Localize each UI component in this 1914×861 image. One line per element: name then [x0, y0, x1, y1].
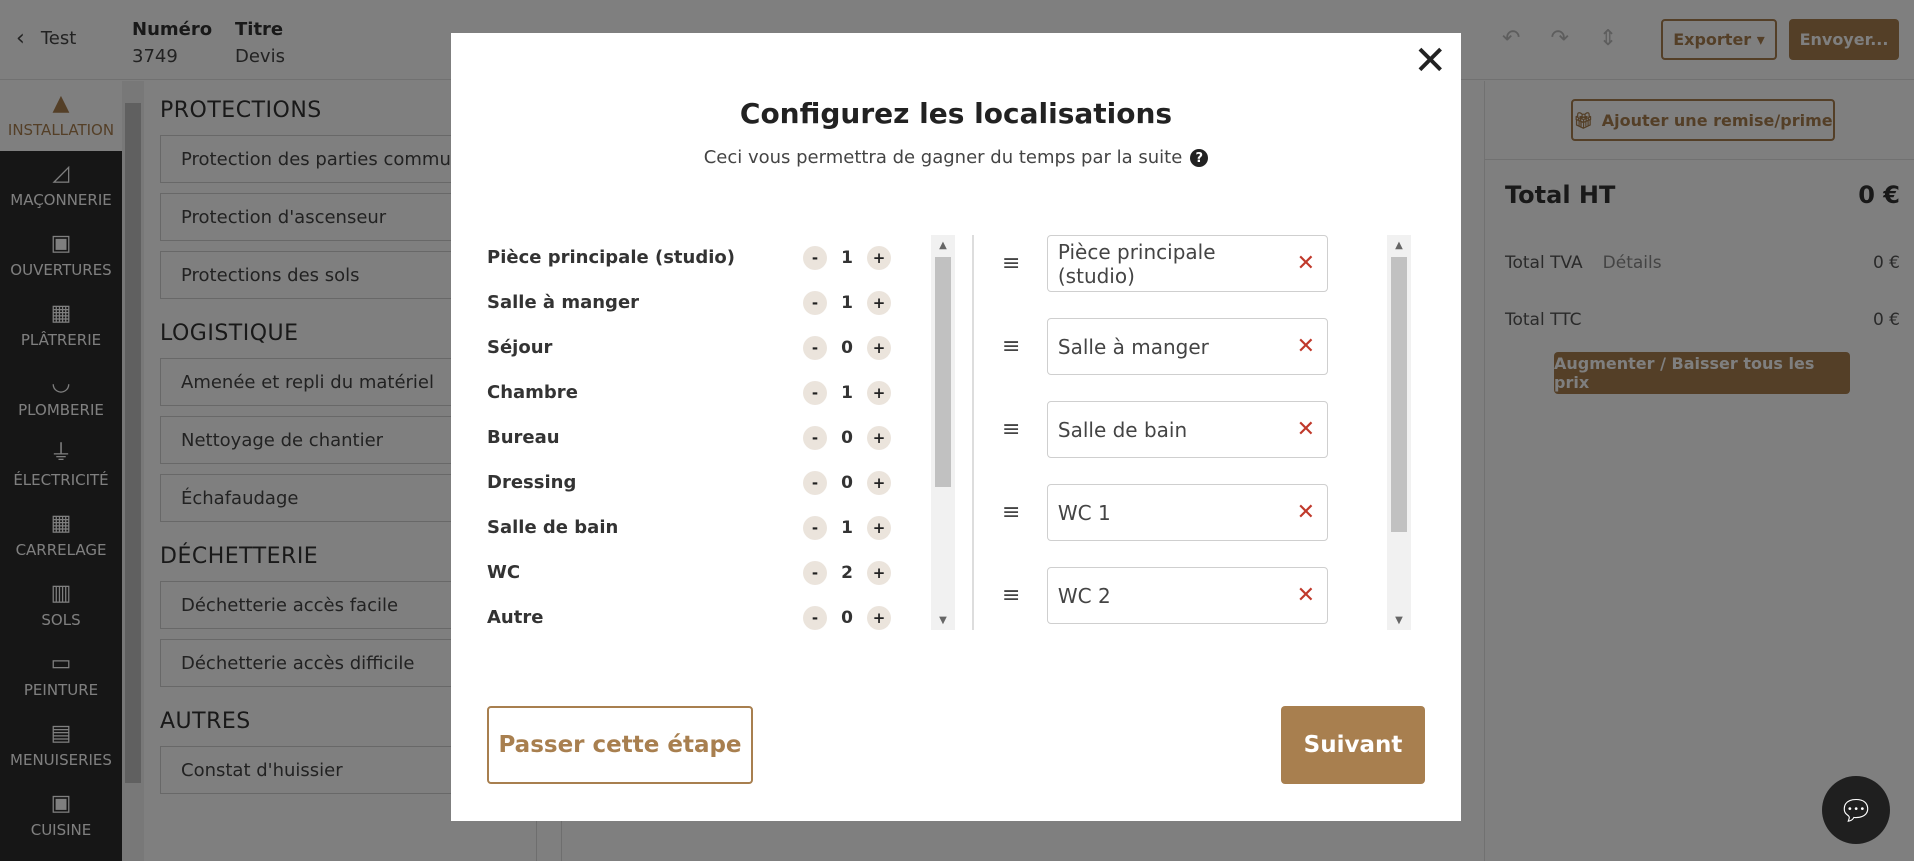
drag-handle-icon[interactable]: ≡ — [998, 318, 1047, 374]
quantity-value: 0 — [841, 607, 853, 628]
room-type-list: Pièce principale (studio) - 1 + Salle à … — [487, 235, 897, 635]
increment-button[interactable]: + — [867, 605, 891, 630]
quantity-stepper: - 0 + — [803, 470, 891, 495]
decrement-button[interactable]: - — [803, 560, 827, 585]
room-list-scrollbar[interactable]: ▲ ▼ — [931, 235, 955, 630]
decrement-button[interactable]: - — [803, 425, 827, 450]
remove-icon[interactable]: ✕ — [1297, 334, 1315, 359]
quantity-value: 1 — [841, 292, 853, 313]
quantity-value: 1 — [841, 382, 853, 403]
room-name: WC — [487, 562, 521, 583]
room-name: Pièce principale (studio) — [487, 247, 735, 268]
column-divider — [972, 235, 974, 630]
increment-button[interactable]: + — [867, 470, 891, 495]
decrement-button[interactable]: - — [803, 515, 827, 540]
increment-button[interactable]: + — [867, 290, 891, 315]
decrement-button[interactable]: - — [803, 290, 827, 315]
room-row: Pièce principale (studio) - 1 + — [487, 235, 897, 280]
location-item: ≡ WC 1 ✕ — [998, 484, 1328, 567]
locations-modal: ✕ Configurez les localisations Ceci vous… — [451, 33, 1461, 821]
quantity-stepper: - 0 + — [803, 605, 891, 630]
skip-step-button[interactable]: Passer cette étape — [487, 706, 753, 784]
remove-icon[interactable]: ✕ — [1297, 417, 1315, 442]
location-name-field[interactable]: WC 1 ✕ — [1046, 484, 1328, 541]
close-icon[interactable]: ✕ — [1413, 41, 1447, 81]
increment-button[interactable]: + — [867, 380, 891, 405]
quantity-value: 0 — [841, 427, 853, 448]
location-name-field[interactable]: Salle de bain ✕ — [1046, 401, 1328, 458]
location-name: WC 1 — [1057, 500, 1111, 525]
decrement-button[interactable]: - — [803, 605, 827, 630]
room-name: Séjour — [487, 337, 553, 358]
room-row: Dressing - 0 + — [487, 460, 897, 505]
decrement-button[interactable]: - — [803, 380, 827, 405]
quantity-value: 0 — [841, 472, 853, 493]
chat-icon[interactable]: 💬︎ — [1822, 776, 1890, 844]
quantity-value: 1 — [841, 247, 853, 268]
room-name: Bureau — [487, 427, 560, 448]
increment-button[interactable]: + — [867, 560, 891, 585]
scrollbar-thumb[interactable] — [1391, 257, 1407, 532]
room-name: Autre — [487, 607, 544, 628]
drag-handle-icon[interactable]: ≡ — [998, 235, 1047, 291]
decrement-button[interactable]: - — [803, 245, 827, 270]
modal-subtitle: Ceci vous permettra de gagner du temps p… — [451, 147, 1461, 168]
scrollbar-thumb[interactable] — [935, 257, 951, 487]
location-name-field[interactable]: Salle à manger ✕ — [1046, 318, 1328, 375]
location-list: ≡ Pièce principale (studio) ✕ ≡ Salle à … — [998, 235, 1328, 635]
location-name-field[interactable]: WC 2 ✕ — [1046, 567, 1328, 624]
next-button[interactable]: Suivant — [1281, 706, 1425, 784]
remove-icon[interactable]: ✕ — [1297, 583, 1315, 608]
room-name: Dressing — [487, 472, 577, 493]
decrement-button[interactable]: - — [803, 335, 827, 360]
location-name-field[interactable]: Pièce principale (studio) ✕ — [1046, 235, 1328, 292]
room-name: Salle à manger — [487, 292, 640, 313]
drag-handle-icon[interactable]: ≡ — [998, 401, 1047, 457]
location-name: Salle de bain — [1057, 417, 1188, 442]
modal-title: Configurez les localisations — [739, 97, 1173, 130]
room-name: Salle de bain — [487, 517, 619, 538]
modal-subtitle-text: Ceci vous permettra de gagner du temps p… — [703, 147, 1183, 168]
decrement-button[interactable]: - — [803, 470, 827, 495]
quantity-stepper: - 1 + — [803, 515, 891, 540]
quantity-stepper: - 1 + — [803, 380, 891, 405]
quantity-stepper: - 0 + — [803, 335, 891, 360]
drag-handle-icon[interactable]: ≡ — [998, 567, 1047, 623]
increment-button[interactable]: + — [867, 245, 891, 270]
scroll-down-icon[interactable]: ▼ — [1387, 610, 1411, 630]
increment-button[interactable]: + — [867, 425, 891, 450]
quantity-stepper: - 1 + — [803, 245, 891, 270]
quantity-stepper: - 0 + — [803, 425, 891, 450]
drag-handle-icon[interactable]: ≡ — [998, 484, 1047, 540]
room-row: Chambre - 1 + — [487, 370, 897, 415]
quantity-value: 0 — [841, 337, 853, 358]
room-row: Salle à manger - 1 + — [487, 280, 897, 325]
location-item: ≡ WC 2 ✕ — [998, 567, 1328, 635]
increment-button[interactable]: + — [867, 335, 891, 360]
room-row: Bureau - 0 + — [487, 415, 897, 460]
remove-icon[interactable]: ✕ — [1297, 500, 1315, 525]
location-list-scrollbar[interactable]: ▲ ▼ — [1387, 235, 1411, 630]
location-name: Pièce principale (studio) — [1057, 239, 1216, 288]
increment-button[interactable]: + — [867, 515, 891, 540]
room-row: Séjour - 0 + — [487, 325, 897, 370]
quantity-stepper: - 1 + — [803, 290, 891, 315]
scroll-down-icon[interactable]: ▼ — [931, 610, 955, 630]
location-item: ≡ Pièce principale (studio) ✕ — [998, 235, 1328, 318]
room-row: Salle de bain - 1 + — [487, 505, 897, 550]
scroll-up-icon[interactable]: ▲ — [931, 235, 955, 255]
room-name: Chambre — [487, 382, 578, 403]
room-row: WC - 2 + — [487, 550, 897, 595]
scroll-up-icon[interactable]: ▲ — [1387, 235, 1411, 255]
remove-icon[interactable]: ✕ — [1297, 251, 1315, 276]
quantity-stepper: - 2 + — [803, 560, 891, 585]
location-item: ≡ Salle à manger ✕ — [998, 318, 1328, 401]
quantity-value: 2 — [841, 562, 853, 583]
room-row: Autre - 0 + — [487, 595, 897, 635]
help-icon[interactable]: ? — [1190, 149, 1209, 167]
location-item: ≡ Salle de bain ✕ — [998, 401, 1328, 484]
location-name: Salle à manger — [1057, 334, 1209, 359]
location-name: WC 2 — [1057, 583, 1111, 608]
quantity-value: 1 — [841, 517, 853, 538]
